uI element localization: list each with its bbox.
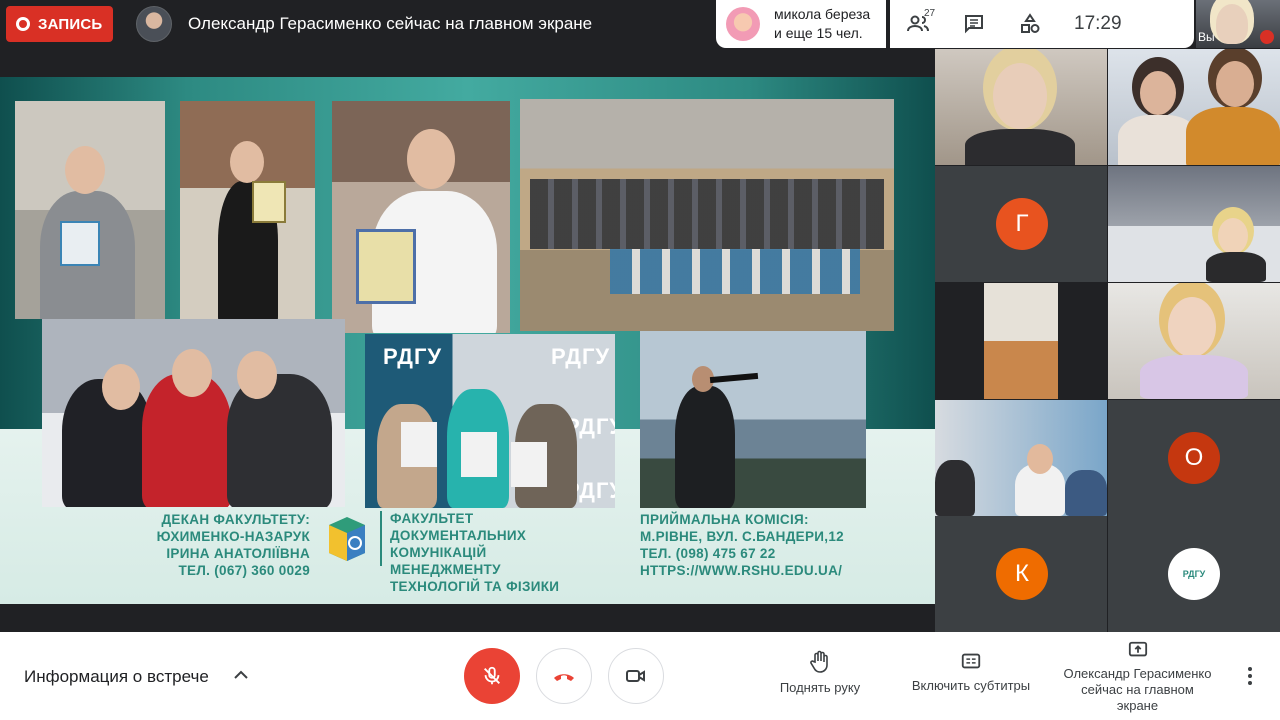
shapes-icon: [1021, 13, 1040, 33]
captions-label: Включить субтитры: [911, 678, 1031, 693]
participant-initial-o: О: [1168, 432, 1220, 484]
mic-off-icon: [484, 666, 500, 685]
participant-tile-4[interactable]: [935, 283, 1107, 399]
leave-call-button[interactable]: [536, 648, 592, 704]
notification-line2: и еще 15 чел.: [774, 25, 863, 41]
mic-toggle-button[interactable]: [464, 648, 520, 704]
slide-top-border: [0, 49, 935, 77]
participant-tile-2[interactable]: [1108, 49, 1280, 165]
photo-student-diploma-1: [15, 101, 165, 319]
camera-toggle-button[interactable]: [608, 648, 664, 704]
more-vert-icon: [1248, 667, 1252, 685]
notification-line1: микола береза: [774, 6, 871, 22]
faculty-line-3: МЕНЕДЖМЕНТУ: [390, 562, 501, 577]
notification-avatar: [726, 7, 760, 41]
meeting-info-button[interactable]: Информация о встрече: [24, 667, 209, 687]
present-screen-icon: [1128, 641, 1147, 657]
raise-hand-button[interactable]: Поднять руку: [770, 650, 870, 695]
photo-student-diploma-2: [180, 101, 315, 319]
participants-button[interactable]: 27: [890, 0, 946, 48]
participant-initial-k: К: [996, 548, 1048, 600]
presentation-slide: РДГУ РДГУ РДГУ РДГУ ДЕКАН ФАКУЛЬТЕТУ: ЮХ…: [0, 49, 935, 604]
participant-initial-g: Г: [996, 198, 1048, 250]
mic-off-icon: [1260, 30, 1274, 44]
admission-line-1: ПРИЙМАЛЬНА КОМІСІЯ:: [640, 512, 809, 527]
top-right-toolbar: 27 17:29: [890, 0, 1194, 48]
raise-hand-label: Поднять руку: [779, 680, 861, 695]
participant-tile-3[interactable]: [1108, 166, 1280, 282]
presentation-status-button[interactable]: Олександр Герасименко сейчас на главном …: [1055, 640, 1220, 714]
admission-info: ПРИЙМАЛЬНА КОМІСІЯ: М.РІВНЕ, ВУЛ. С.БАНД…: [640, 511, 880, 579]
admission-line-3: ТЕЛ. (098) 475 67 22: [640, 546, 776, 561]
camera-icon: [626, 670, 645, 682]
faculty-line-2: ДОКУМЕНТАЛЬНИХ КОМУНІКАЦІЙ: [390, 528, 527, 560]
participants-count: 27: [924, 8, 936, 19]
admission-line-2: М.РІВНЕ, ВУЛ. С.БАНДЕРИ,12: [640, 529, 844, 544]
faculty-logo: [327, 515, 367, 563]
participant-tile-g[interactable]: Г: [935, 166, 1107, 282]
dean-line-3: ІРИНА АНАТОЛІЇВНА: [166, 546, 310, 561]
presenting-line-2: сейчас на главном: [1081, 682, 1194, 697]
presenting-line-1: Олександр Герасименко: [1063, 666, 1212, 681]
presenter-title: Олександр Герасименко сейчас на главном …: [188, 14, 593, 33]
clock: 17:29: [1074, 13, 1122, 34]
presenting-line-3: экране: [1116, 698, 1159, 713]
phone-hangup-icon: [554, 674, 574, 681]
record-label: ЗАПИСЬ: [38, 15, 103, 33]
participant-tile-k[interactable]: К: [935, 516, 1107, 632]
dean-line-1: ДЕКАН ФАКУЛЬТЕТУ:: [161, 512, 310, 527]
chat-icon: [965, 15, 983, 34]
photo-tag-2: РДГУ: [551, 344, 611, 369]
faculty-info: ФАКУЛЬТЕТ ДОКУМЕНТАЛЬНИХ КОМУНІКАЦІЙ МЕН…: [390, 510, 620, 595]
hand-icon: [810, 650, 828, 673]
photo-mountains-telescope: [640, 331, 866, 508]
participant-tile-1[interactable]: [935, 49, 1107, 165]
participant-tile-o[interactable]: О: [1108, 400, 1280, 516]
photo-students-award: РДГУ РДГУ РДГУ РДГУ: [365, 334, 615, 508]
admission-line-4: HTTPS://WWW.RSHU.EDU.UA/: [640, 563, 843, 578]
closed-captions-icon: [961, 653, 981, 669]
meet-window: ЗАПИСЬ Олександр Герасименко сейчас на г…: [0, 0, 1280, 720]
self-view-tile[interactable]: Вы: [1196, 0, 1280, 48]
university-logo: РДГУ: [1168, 548, 1220, 600]
captions-button[interactable]: Включить субтитры: [902, 650, 1040, 693]
recording-indicator[interactable]: ЗАПИСЬ: [6, 6, 113, 42]
participant-tile-6[interactable]: [935, 400, 1107, 516]
chevron-up-icon[interactable]: [232, 666, 250, 684]
photo-tag-1: РДГУ: [383, 344, 443, 369]
participant-tile-5[interactable]: [1108, 283, 1280, 399]
dean-info: ДЕКАН ФАКУЛЬТЕТУ: ЮХИМЕНКО-НАЗАРУК ІРИНА…: [110, 511, 310, 579]
faculty-line-4: ТЕХНОЛОГІЙ ТА ФІЗИКИ: [390, 579, 560, 594]
activities-button[interactable]: [1002, 0, 1058, 48]
photo-girls-winter: [42, 319, 345, 507]
chat-button[interactable]: [946, 0, 1002, 48]
photo-student-diploma-3: [332, 101, 510, 333]
photo-group-gym: [520, 99, 894, 331]
record-icon: [16, 17, 30, 31]
university-logo-text: РДГУ: [1182, 569, 1206, 579]
dean-line-2: ЮХИМЕНКО-НАЗАРУК: [156, 529, 310, 544]
presenter-avatar: [136, 6, 172, 42]
self-label: Вы: [1198, 30, 1215, 44]
faculty-divider: [380, 511, 382, 566]
notification-text: микола береза и еще 15 чел.: [774, 5, 870, 43]
dean-line-4: ТЕЛ. (067) 360 0029: [178, 563, 310, 578]
join-notification[interactable]: микола береза и еще 15 чел.: [716, 0, 886, 48]
more-options-button[interactable]: [1240, 664, 1260, 688]
self-video: [1216, 4, 1248, 44]
faculty-line-1: ФАКУЛЬТЕТ: [390, 511, 474, 526]
